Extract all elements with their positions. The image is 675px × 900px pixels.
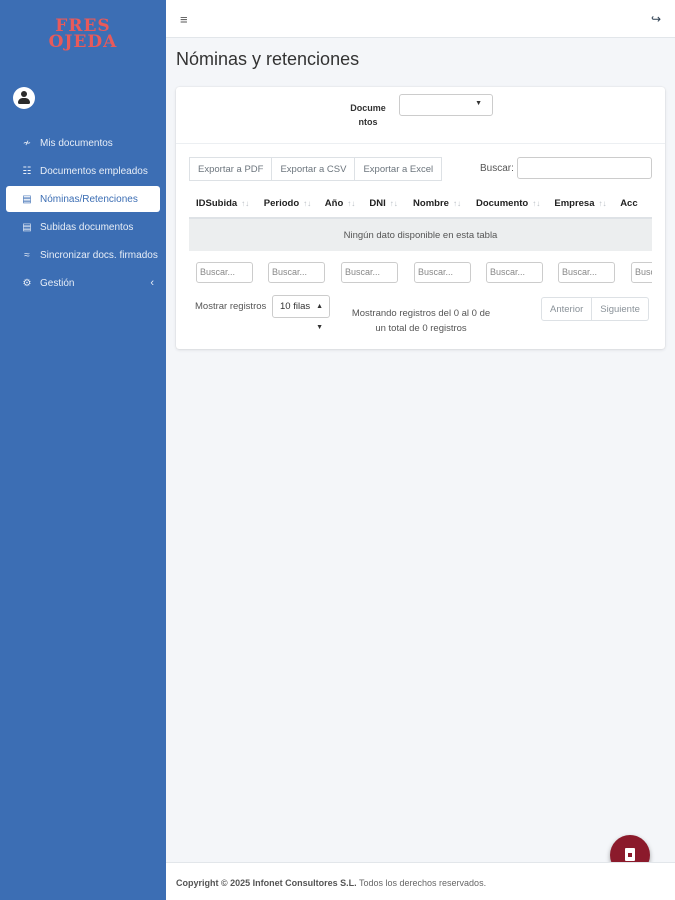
table-icon: ☷ xyxy=(22,165,32,177)
documents-filter-label: Docume ntos xyxy=(350,103,386,127)
sort-icon: ↑↓ xyxy=(598,198,607,208)
filter-input-ano[interactable]: Buscar... xyxy=(341,262,398,283)
sort-caret-icon: ▲ ▼ xyxy=(316,303,323,331)
column-filter-row: Buscar... Buscar... Buscar... Buscar... … xyxy=(196,262,652,284)
logout-icon[interactable]: ↪ xyxy=(651,12,661,26)
search-label: Buscar: xyxy=(480,163,514,174)
file-upload-icon xyxy=(625,848,635,861)
brand-logo[interactable]: FRES OJEDA xyxy=(0,18,166,52)
filter-input-idsubida[interactable]: Buscar... xyxy=(196,262,253,283)
table-info: Mostrando registros del 0 al 0 de un tot… xyxy=(351,308,491,334)
page-length-select[interactable]: 10 filas ▲ ▼ xyxy=(272,295,330,331)
copyright-text: Copyright © 2025 Infonet Consultores S.L… xyxy=(176,878,357,888)
sidebar-item-gestion[interactable]: ⚙ Gestión ‹ xyxy=(6,270,160,296)
logo-line-2: OJEDA xyxy=(48,32,118,52)
sidebar-item-label: Subidas documentos xyxy=(40,221,134,233)
previous-page-button[interactable]: Anterior xyxy=(541,297,593,321)
rights-text: Todos los derechos reservados. xyxy=(359,878,487,888)
empty-table-row: Ningún dato disponible en esta tabla xyxy=(189,219,652,251)
sidebar-item-label: Mis documentos xyxy=(40,137,113,149)
sort-icon: ↑↓ xyxy=(303,198,312,208)
data-table: IDSubida ↑↓ Periodo ↑↓ Año ↑↓ DNI ↑↓ Nombre ↑… xyxy=(189,189,652,255)
column-header-periodo[interactable]: Periodo ↑↓ xyxy=(257,198,318,209)
sidebar-item-documentos-empleados[interactable]: ☷ Documentos empleados xyxy=(6,158,160,184)
hamburger-menu-icon[interactable]: ≡ xyxy=(180,12,188,27)
sidebar-item-sincronizar[interactable]: ≈ Sincronizar docs. firmados xyxy=(6,242,160,268)
column-header-nombre[interactable]: Nombre ↑↓ xyxy=(406,198,469,209)
column-header-empresa[interactable]: Empresa ↑↓ xyxy=(547,198,613,209)
filter-input-dni[interactable]: Buscar... xyxy=(414,262,471,283)
file-icon: ▤ xyxy=(22,221,32,233)
sidebar-item-label: Sincronizar docs. firmados xyxy=(40,249,158,261)
wifi-icon: ≈ xyxy=(24,249,30,261)
sidebar-item-label: Documentos empleados xyxy=(40,165,148,177)
filter-input-nombre[interactable]: Buscar... xyxy=(486,262,543,283)
sidebar-item-label: Gestión xyxy=(40,277,75,289)
sort-icon: ↑↓ xyxy=(347,198,356,208)
next-page-button[interactable]: Siguiente xyxy=(592,297,649,321)
user-avatar-icon[interactable] xyxy=(13,87,35,109)
sidebar: FRES OJEDA ≁ Mis documentos ☷ Documentos… xyxy=(0,0,166,900)
export-pdf-button[interactable]: Exportar a PDF xyxy=(189,157,273,181)
footer-text: Copyright © 2025 Infonet Consultores S.L… xyxy=(176,878,486,888)
column-header-ano[interactable]: Año ↑↓ xyxy=(318,198,363,209)
export-button-group: Exportar a PDF Exportar a CSV Exportar a… xyxy=(189,157,443,181)
export-csv-button[interactable]: Exportar a CSV xyxy=(272,157,356,181)
sort-icon: ↑↓ xyxy=(389,198,398,208)
sidebar-nav: ≁ Mis documentos ☷ Documentos empleados … xyxy=(0,130,166,298)
column-header-documento[interactable]: Documento ↑↓ xyxy=(469,198,547,209)
export-excel-button[interactable]: Exportar a Excel xyxy=(355,157,443,181)
footer: Copyright © 2025 Infonet Consultores S.L… xyxy=(166,862,675,900)
sidebar-item-nominas-retenciones[interactable]: ▤ Nóminas/Retenciones xyxy=(6,186,160,212)
top-navbar: ≡ ↪ xyxy=(166,0,675,38)
chevron-left-icon: ‹ xyxy=(150,277,154,289)
filter-header: Docume ntos ▼ xyxy=(176,87,665,144)
filter-input-periodo[interactable]: Buscar... xyxy=(268,262,325,283)
sidebar-item-mis-documentos[interactable]: ≁ Mis documentos xyxy=(6,130,160,156)
caret-down-icon: ▼ xyxy=(475,100,482,107)
table-header-row: IDSubida ↑↓ Periodo ↑↓ Año ↑↓ DNI ↑↓ Nombre ↑… xyxy=(189,189,652,219)
documents-select[interactable]: ▼ xyxy=(399,94,493,116)
content-card: Docume ntos ▼ Exportar a PDF Exportar a … xyxy=(176,87,665,349)
column-header-acciones[interactable]: Acc xyxy=(613,198,652,209)
signature-icon: ≁ xyxy=(22,137,32,149)
sort-icon: ↑↓ xyxy=(241,198,250,208)
file-icon: ▤ xyxy=(22,193,32,205)
sidebar-item-label: Nóminas/Retenciones xyxy=(40,193,138,205)
pagination: Anterior Siguiente xyxy=(541,297,649,321)
column-header-idsubida[interactable]: IDSubida ↑↓ xyxy=(189,198,257,209)
filter-input-empresa[interactable]: Buscar... xyxy=(631,262,652,283)
sort-icon: ↑↓ xyxy=(452,198,461,208)
filter-input-documento[interactable]: Buscar... xyxy=(558,262,615,283)
gear-icon: ⚙ xyxy=(22,277,32,289)
sort-icon: ↑↓ xyxy=(532,198,541,208)
page-length-label: Mostrar registros xyxy=(195,301,267,312)
sidebar-item-subidas-documentos[interactable]: ▤ Subidas documentos xyxy=(6,214,160,240)
column-header-dni[interactable]: DNI ↑↓ xyxy=(362,198,406,209)
search-input[interactable] xyxy=(517,157,652,179)
page-title: Nóminas y retenciones xyxy=(176,49,360,69)
